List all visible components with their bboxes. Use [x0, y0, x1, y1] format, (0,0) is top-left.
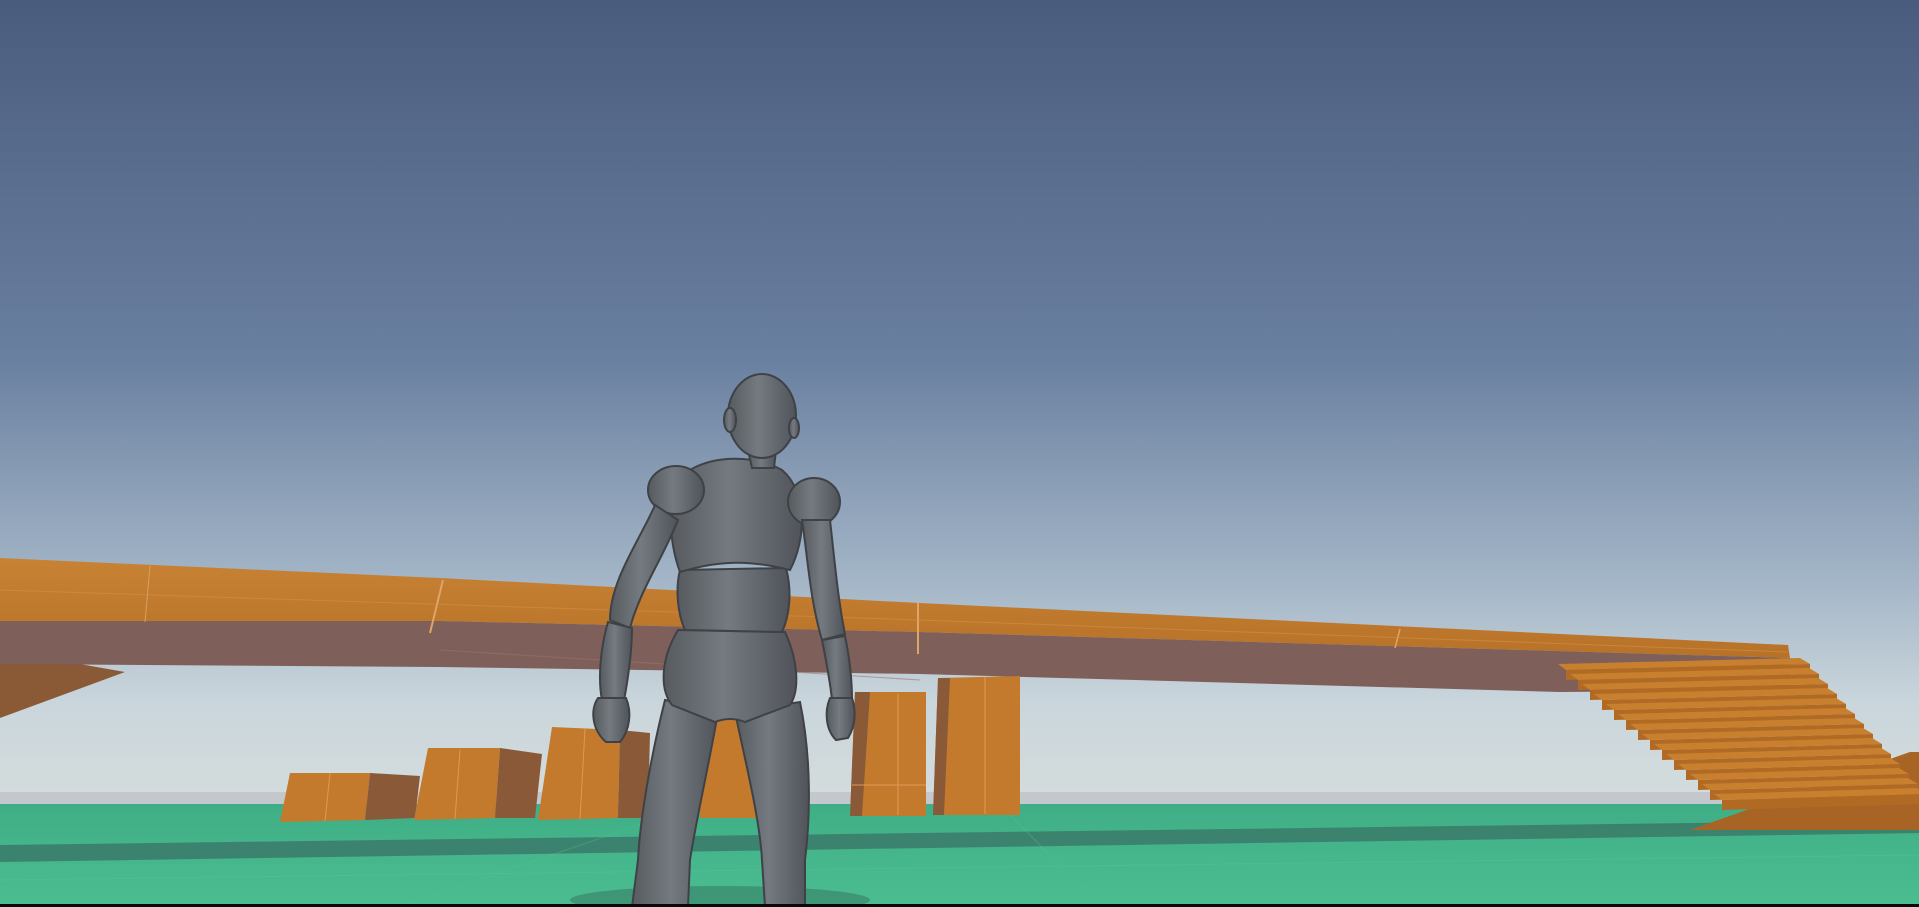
left-hand	[592, 697, 631, 743]
pelvis	[662, 628, 798, 724]
abdomen	[676, 566, 791, 634]
right-ear	[788, 417, 800, 439]
head	[727, 373, 797, 459]
game-scene[interactable]	[0, 0, 1919, 907]
left-ear	[723, 407, 737, 433]
right-hand	[825, 697, 856, 742]
game-viewport[interactable]	[0, 0, 1919, 907]
left-forearm	[599, 620, 634, 701]
block-3	[538, 727, 650, 820]
block-6	[933, 676, 1020, 815]
right-shoulder	[787, 477, 841, 527]
block-5	[850, 692, 926, 816]
block-2	[414, 748, 542, 820]
block-1	[280, 772, 420, 822]
